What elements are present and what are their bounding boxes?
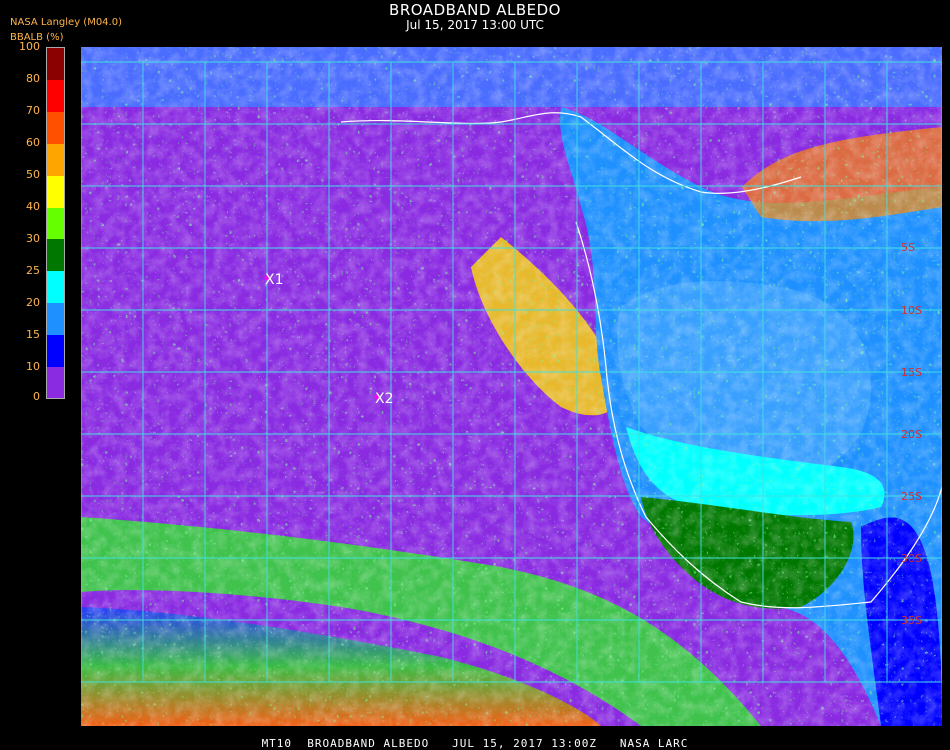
colorbar-tick-label: 60 [26, 136, 40, 149]
colorbar-bin [47, 302, 64, 335]
colorbar-tick-label: 30 [26, 232, 40, 245]
station-marker-label: X1 [265, 272, 284, 288]
colorbar-bin [47, 48, 64, 81]
colorbar-tick-label: 70 [26, 104, 40, 117]
colorbar-tick-label: 20 [26, 296, 40, 309]
colorbar-tick-label: 40 [26, 200, 40, 213]
latitude-label: 10S [901, 304, 922, 317]
colorbar-bin [47, 111, 64, 144]
latitude-label: 30S [901, 552, 922, 565]
latitude-label: 15S [901, 366, 922, 379]
colorbar [46, 47, 65, 399]
noise-texture [81, 47, 942, 726]
latitude-label: 20S [901, 428, 922, 441]
colorbar-bin [47, 334, 64, 367]
colorbar-tick-label: 80 [26, 72, 40, 85]
source-label: NASA Langley (M04.0) [10, 17, 122, 28]
colorbar-bin [47, 366, 64, 399]
colorbar-bin [47, 238, 64, 272]
colorbar-bin [47, 79, 64, 113]
colorbar-bin [47, 143, 64, 176]
colorbar-tick-label: 50 [26, 168, 40, 181]
footer-caption: MT10 BROADBAND ALBEDO JUL 15, 2017 13:00… [261, 737, 689, 750]
map-timestamp: Jul 15, 2017 13:00 UTC [406, 18, 544, 32]
latitude-label: 25S [901, 490, 922, 503]
colorbar-tick-label: 100 [19, 40, 40, 53]
colorbar-tick-label: 10 [26, 360, 40, 373]
colorbar-bin [47, 270, 64, 304]
colorbar-bin [47, 207, 64, 240]
station-marker-label: X2 [375, 391, 394, 407]
colorbar-tick-label: 15 [26, 328, 40, 341]
colorbar-tick-label: 0 [33, 390, 40, 403]
latitude-label: 5S [901, 241, 915, 254]
colorbar-bin [47, 175, 64, 208]
map-title: BROADBAND ALBEDO [389, 1, 561, 19]
latitude-label: 35S [901, 614, 922, 627]
albedo-map: 5S 10S 15S 20S 25S 30S 35S X1 X2 [81, 47, 942, 726]
colorbar-tick-label: 25 [26, 264, 40, 277]
